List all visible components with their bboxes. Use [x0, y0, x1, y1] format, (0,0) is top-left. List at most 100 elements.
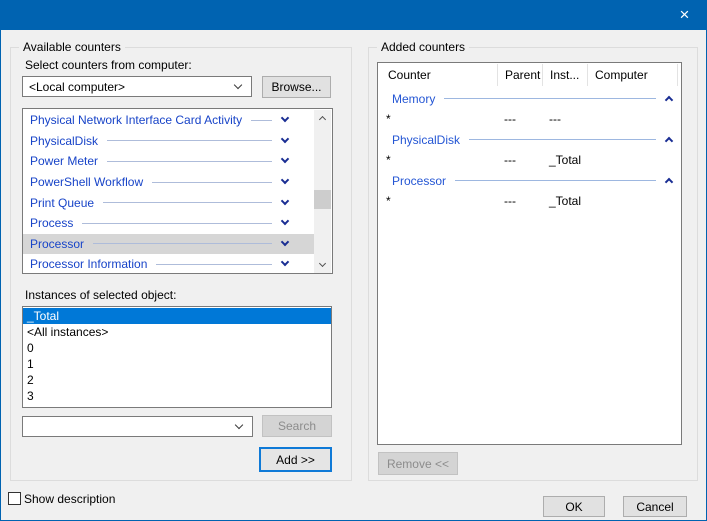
counter-item-label: PowerShell Workflow [30, 175, 143, 189]
column-header[interactable]: Parent [497, 64, 542, 86]
instance-list-item[interactable]: 2 [23, 372, 331, 388]
column-header-filler [677, 64, 682, 86]
chevron-down-icon[interactable] [281, 135, 289, 143]
cancel-button-label: Cancel [636, 500, 673, 514]
counter-item-label: Process [30, 216, 73, 230]
counter-list-item[interactable]: PhysicalDisk [23, 131, 315, 152]
column-header[interactable]: Counter [378, 64, 497, 86]
counter-item-label: Processor [30, 237, 84, 251]
scroll-down-button[interactable] [314, 256, 331, 273]
connector-line [469, 139, 656, 140]
computer-combobox-value: <Local computer> [23, 80, 235, 94]
cell-instance: --- [542, 112, 587, 126]
search-combobox[interactable] [22, 416, 253, 437]
counter-item-label: Processor Information [30, 257, 147, 271]
counter-group-label: Processor [392, 174, 446, 188]
chevron-down-icon[interactable] [281, 238, 289, 246]
instance-item-label: <All instances> [27, 325, 108, 339]
counter-group-label: Memory [392, 92, 435, 106]
counter-list-item[interactable]: Process [23, 213, 315, 234]
counter-item-label: Physical Network Interface Card Activity [30, 113, 242, 127]
counter-data-row[interactable]: *---_Total [378, 191, 681, 211]
ok-button[interactable]: OK [543, 496, 605, 517]
counter-data-row[interactable]: *------ [378, 109, 681, 129]
collapse-chevron-up-icon[interactable] [665, 96, 673, 104]
select-computer-label: Select counters from computer: [25, 58, 192, 72]
collapse-chevron-up-icon[interactable] [665, 178, 673, 186]
search-button-label: Search [278, 419, 316, 433]
instance-item-label: 0 [27, 341, 34, 355]
connector-line [107, 140, 272, 141]
connector-line [251, 120, 272, 121]
instance-item-label: 1 [27, 357, 34, 371]
chevron-down-icon [319, 259, 326, 266]
instance-item-label: _Total [27, 309, 59, 323]
connector-line [103, 202, 272, 203]
counter-group-row[interactable]: Processor [378, 170, 681, 191]
add-button[interactable]: Add >> [259, 447, 332, 472]
chevron-down-icon[interactable] [281, 155, 289, 163]
cell-counter: * [378, 153, 497, 167]
instance-item-label: 3 [27, 389, 34, 403]
connector-line [455, 180, 656, 181]
column-header[interactable]: Inst... [542, 64, 587, 86]
counters-scrollbar[interactable] [314, 110, 331, 273]
remove-button-label: Remove << [387, 457, 449, 471]
instance-list-item[interactable]: 1 [23, 356, 331, 372]
ok-button-label: OK [565, 500, 582, 514]
counter-list-item[interactable]: PowerShell Workflow [23, 172, 315, 193]
counter-data-row[interactable]: *---_Total [378, 150, 681, 170]
computer-combobox[interactable]: <Local computer> [22, 76, 252, 97]
cell-instance: _Total [542, 194, 587, 208]
cancel-button[interactable]: Cancel [623, 496, 687, 517]
cell-counter: * [378, 194, 497, 208]
added-counters-table[interactable]: CounterParentInst...Computer Memory*----… [377, 62, 682, 445]
chevron-down-icon[interactable] [281, 258, 289, 266]
counter-group-label: PhysicalDisk [392, 133, 460, 147]
collapse-chevron-up-icon[interactable] [665, 137, 673, 145]
show-description-label[interactable]: Show description [24, 492, 115, 506]
cell-parent: --- [497, 112, 542, 126]
chevron-down-icon[interactable] [281, 196, 289, 204]
chevron-up-icon [319, 116, 326, 123]
connector-line [107, 161, 272, 162]
remove-button[interactable]: Remove << [378, 452, 458, 475]
browse-button-label: Browse... [271, 80, 321, 94]
search-button[interactable]: Search [262, 415, 332, 437]
instance-list-item[interactable]: 0 [23, 340, 331, 356]
instance-list-item[interactable]: <All instances> [23, 324, 331, 340]
table-header: CounterParentInst...Computer [378, 63, 681, 88]
close-icon: × [680, 5, 690, 25]
counter-list-item[interactable]: Processor [23, 234, 315, 255]
title-bar: × [0, 0, 707, 30]
counter-list-item[interactable]: Processor Information [23, 254, 315, 274]
cell-parent: --- [497, 194, 542, 208]
scroll-up-button[interactable] [314, 110, 331, 127]
instance-list-item[interactable]: 3 [23, 388, 331, 404]
search-input[interactable] [23, 420, 236, 434]
browse-button[interactable]: Browse... [262, 76, 331, 98]
counter-list-item[interactable]: Power Meter [23, 151, 315, 172]
cell-counter: * [378, 112, 497, 126]
chevron-down-icon [235, 421, 243, 429]
counter-group-row[interactable]: Memory [378, 88, 681, 109]
instance-list-item[interactable]: _Total [23, 308, 331, 324]
connector-line [156, 264, 272, 265]
close-button[interactable]: × [662, 0, 707, 30]
connector-line [93, 243, 272, 244]
cell-parent: --- [497, 153, 542, 167]
counter-list-item[interactable]: Physical Network Interface Card Activity [23, 110, 315, 131]
chevron-down-icon[interactable] [281, 114, 289, 122]
chevron-down-icon[interactable] [281, 176, 289, 184]
connector-line [82, 223, 272, 224]
instance-item-label: 2 [27, 373, 34, 387]
scrollbar-thumb[interactable] [314, 190, 331, 209]
column-header[interactable]: Computer [587, 64, 677, 86]
show-description-checkbox[interactable] [8, 492, 21, 505]
chevron-down-icon[interactable] [281, 217, 289, 225]
available-counters-list[interactable]: Physical Network Interface Card Activity… [22, 108, 333, 274]
counter-group-row[interactable]: PhysicalDisk [378, 129, 681, 150]
instances-list[interactable]: _Total <All instances> 0 1 2 3 [22, 306, 332, 408]
counter-list-item[interactable]: Print Queue [23, 192, 315, 213]
counter-item-label: PhysicalDisk [30, 134, 98, 148]
